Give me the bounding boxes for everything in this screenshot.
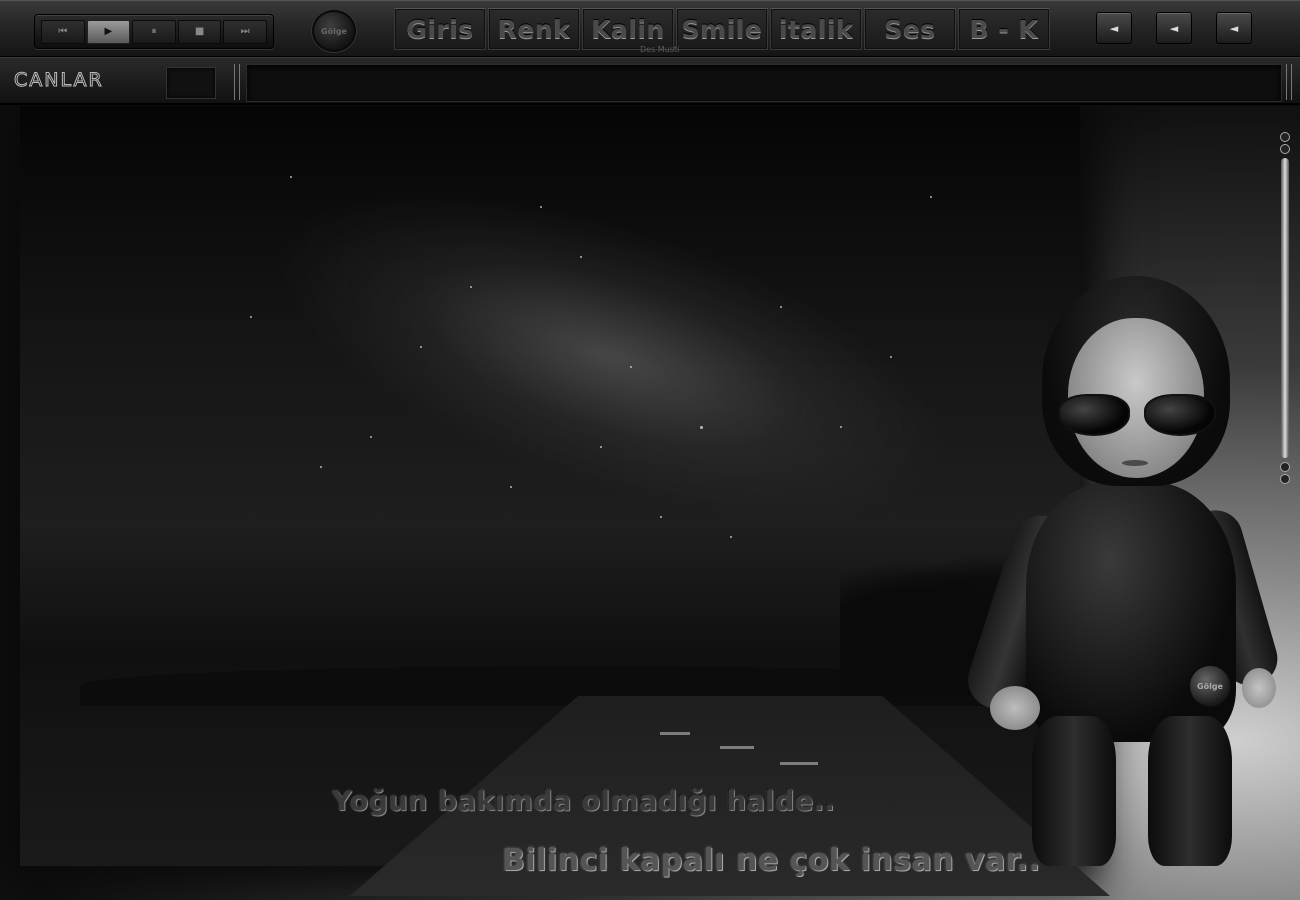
scroll-down-button[interactable] — [1280, 462, 1290, 472]
left-arrow-icon: ◄ — [1109, 21, 1119, 35]
left-arrow-icon: ◄ — [1229, 21, 1239, 35]
road-marking — [720, 746, 754, 749]
stop-button[interactable]: ■ — [177, 19, 222, 44]
chat-app-window: ⏮ ▶ ⏸ ■ ⏭ Gölge Giris Renk Kalin Smile i… — [0, 0, 1300, 900]
arrow-buttons: ◄ ◄ ◄ — [1096, 12, 1252, 44]
tab-kalin[interactable]: Kalin — [582, 8, 674, 50]
tab-ses[interactable]: Ses — [864, 8, 956, 50]
pause-button[interactable]: ⏸ — [132, 19, 176, 44]
tab-renk[interactable]: Renk — [488, 8, 580, 50]
logo-text: Gölge — [321, 26, 347, 36]
road-marking — [780, 762, 818, 765]
caption-line-1: Yoğun bakımda olmadığı halde.. — [332, 786, 836, 817]
grip-handle-right[interactable] — [1286, 64, 1292, 100]
badge-text: Gölge — [1197, 681, 1223, 691]
next-track-button[interactable]: ⏭ — [223, 19, 267, 44]
tab-giris[interactable]: Giris — [394, 8, 486, 50]
scroll-track[interactable] — [1281, 158, 1289, 458]
scroll-down-button-2[interactable] — [1280, 474, 1290, 484]
chat-background-image: Gölge Yoğun bakımda olmadığı halde.. Bil… — [0, 106, 1300, 900]
color-swatch[interactable] — [166, 67, 216, 99]
left-arrow-button-3[interactable]: ◄ — [1216, 12, 1252, 44]
character-illustration: Gölge — [960, 276, 1284, 886]
play-button[interactable]: ▶ — [86, 19, 131, 44]
format-tabs: Giris Renk Kalin Smile italik Ses B - K — [394, 8, 1050, 52]
logo-badge: Gölge — [312, 10, 356, 52]
top-toolbar: ⏮ ▶ ⏸ ■ ⏭ Gölge Giris Renk Kalin Smile i… — [0, 0, 1300, 57]
toolbar-subcaption: Des Musti — [640, 45, 680, 54]
left-arrow-icon: ◄ — [1169, 21, 1179, 35]
grip-handle-left[interactable] — [234, 64, 240, 100]
caption-line-2: Bilinci kapalı ne çok insan var.. — [502, 843, 1041, 878]
message-input[interactable] — [246, 64, 1282, 102]
brand-logo: CANLAR — [14, 69, 104, 92]
scroll-up-button[interactable] — [1280, 132, 1290, 142]
road-marking — [660, 732, 690, 735]
tab-b-k[interactable]: B - K — [958, 8, 1050, 50]
tab-smile[interactable]: Smile — [676, 8, 768, 50]
left-arrow-button-2[interactable]: ◄ — [1156, 12, 1192, 44]
vertical-scrollbar[interactable] — [1278, 130, 1292, 502]
sunglasses — [1058, 394, 1216, 438]
character-badge: Gölge — [1188, 664, 1232, 708]
tab-italik[interactable]: italik — [770, 8, 862, 50]
message-bar: CANLAR — [0, 57, 1300, 105]
previous-track-button[interactable]: ⏮ — [41, 19, 85, 44]
night-sky-scene — [20, 106, 1110, 896]
scroll-up-button-2[interactable] — [1280, 144, 1290, 154]
media-player-controls: ⏮ ▶ ⏸ ■ ⏭ — [34, 14, 274, 49]
left-arrow-button-1[interactable]: ◄ — [1096, 12, 1132, 44]
